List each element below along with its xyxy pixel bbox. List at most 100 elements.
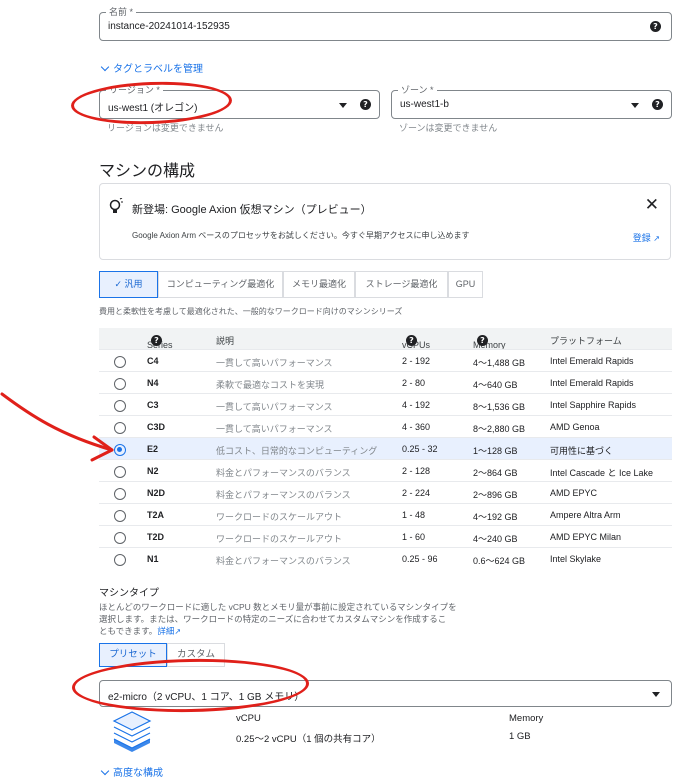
description-cell: 料金とパフォーマンスのバランス (216, 490, 351, 500)
radio-button[interactable] (114, 488, 126, 500)
machine-type-desc-line3: ともできます。詳細↗ (99, 626, 182, 636)
memory-cell: 2～896 GB (473, 490, 518, 500)
table-row[interactable]: T2D ワークロードのスケールアウト 1 - 60 4～240 GB AMD EPYC … (99, 525, 672, 547)
table-row[interactable]: C3 一貫して高いパフォーマンス 4 - 192 8～1,536 GB Intel Sa… (99, 393, 672, 415)
open-in-new-icon: ↗ (174, 627, 182, 636)
manage-tags-label: タグとラベルを管理 (113, 64, 203, 75)
dropdown-arrow-icon (652, 692, 660, 697)
platform-cell: AMD Genoa (550, 422, 600, 432)
preview-card-title: 新登場: Google Axion 仮想マシン（プレビュー） (132, 204, 372, 216)
advanced-config-label: 高度な構成 (113, 768, 163, 779)
instance-name-value: instance-20241014-152935 (108, 21, 230, 32)
header-description: 説明 (216, 336, 235, 346)
manage-tags-labels-link[interactable]: タグとラベルを管理 (100, 60, 203, 75)
help-icon[interactable]: ? (652, 99, 663, 110)
platform-cell: Ampere Altra Arm (550, 510, 621, 520)
series-cell: N4 (147, 378, 159, 388)
machine-type-select[interactable]: e2-micro（2 vCPU、1 コア、1 GB メモリ） (99, 680, 672, 707)
register-link[interactable]: 登録 ↗ (633, 231, 660, 244)
machine-config-title: マシンの構成 (99, 163, 196, 180)
table-row[interactable]: N1 料金とパフォーマンスのバランス 0.25 - 96 0.6～624 GB Inte… (99, 547, 672, 569)
tab-compute-optimized[interactable]: コンピューティング最適化 (158, 271, 283, 298)
vcpus-cell: 1 - 60 (402, 532, 426, 542)
close-icon[interactable]: ✕ (645, 197, 659, 214)
region-select[interactable]: リージョン * us-west1 (オレゴン) ? (99, 84, 380, 119)
series-cell: T2A (147, 510, 165, 520)
vcpus-cell: 4 - 192 (402, 400, 431, 410)
machine-type-desc-line1: ほとんどのワークロードに適した vCPU 数とメモリ量が事前に設定されているマシ… (99, 602, 457, 612)
check-icon: ✓ (114, 280, 122, 290)
table-row[interactable]: N4 柔軟で最適なコストを実現 2 - 80 4～640 GB Intel Emeral… (99, 371, 672, 393)
memory-cell: 2～864 GB (473, 468, 518, 478)
table-row[interactable]: C3D 一貫して高いパフォーマンス 4 - 360 8～2,880 GB AMD Gen… (99, 415, 672, 437)
zone-hint: ゾーンは変更できません (399, 123, 498, 133)
series-cell: T2D (147, 532, 165, 542)
header-memory: Memory ? (473, 335, 506, 350)
table-body: C4 一貫して高いパフォーマンス 2 - 192 4～1,488 GB Intel Em… (99, 349, 672, 569)
tab-custom[interactable]: カスタム (167, 643, 225, 667)
description-cell: 一貫して高いパフォーマンス (216, 358, 333, 368)
vcpu-value: 0.25～2 vCPU（1 個の共有コア） (236, 734, 381, 745)
machine-type-desc-line2: 選択します。または、ワークロードの特定のニーズに合わせてカスタムマシンを作成する… (99, 614, 447, 624)
memory-cell: 1～128 GB (473, 446, 518, 456)
help-icon[interactable]: ? (151, 335, 162, 346)
radio-button[interactable] (114, 378, 126, 390)
machine-type-description: ほとんどのワークロードに適した vCPU 数とメモリ量が事前に設定されているマシ… (99, 601, 457, 638)
machine-type-value: e2-micro（2 vCPU、1 コア、1 GB メモリ） (108, 692, 305, 703)
help-icon[interactable]: ? (406, 335, 417, 346)
details-link[interactable]: 詳細↗ (157, 626, 181, 636)
series-cell: C4 (147, 356, 159, 366)
memory-cell: 4～240 GB (473, 534, 518, 544)
tab-preset[interactable]: プリセット (99, 643, 167, 667)
machine-type-title: マシンタイプ (99, 588, 159, 599)
radio-button[interactable] (114, 356, 126, 368)
header-vcpus: vCPUs ? (402, 335, 431, 350)
region-hint: リージョンは変更できません (107, 123, 224, 133)
tab-memory-optimized[interactable]: メモリ最適化 (283, 271, 355, 298)
table-row[interactable]: N2 料金とパフォーマンスのバランス 2 - 128 2～864 GB Intel Ca… (99, 459, 672, 481)
description-cell: ワークロードのスケールアウト (216, 512, 343, 522)
region-value: us-west1 (オレゴン) (108, 103, 198, 114)
table-row[interactable]: N2D 料金とパフォーマンスのバランス 2 - 224 2～896 GB AMD EPY… (99, 481, 672, 503)
radio-button[interactable] (114, 510, 126, 522)
tab-gpu[interactable]: GPU (448, 271, 483, 298)
table-header: Series ? 説明 vCPUs ? Memory ? プラットフォーム (99, 328, 672, 350)
series-cell: C3D (147, 422, 166, 432)
family-description: 費用と柔軟性を考慮して最適化された、一般的なワークロード向けのマシンシリーズ (99, 307, 403, 316)
help-icon[interactable]: ? (360, 99, 371, 110)
vcpu-label: vCPU (236, 713, 261, 724)
dropdown-arrow-icon (631, 103, 639, 108)
zone-select[interactable]: ゾーン * us-west1-b ? (391, 84, 672, 119)
vcpus-cell: 0.25 - 32 (402, 444, 438, 454)
table-row[interactable]: T2A ワークロードのスケールアウト 1 - 48 4～192 GB Ampere Al… (99, 503, 672, 525)
platform-cell: Intel Emerald Rapids (550, 378, 634, 388)
platform-cell: AMD EPYC Milan (550, 532, 622, 542)
memory-cell: 8～2,880 GB (473, 424, 526, 434)
memory-cell: 0.6～624 GB (473, 556, 526, 566)
tab-general-purpose[interactable]: ✓ 汎用 (99, 271, 158, 298)
advanced-config-link[interactable]: 高度な構成 (100, 764, 163, 779)
radio-button[interactable] (114, 554, 126, 566)
vcpus-cell: 4 - 360 (402, 422, 431, 432)
help-icon[interactable]: ? (477, 335, 488, 346)
zone-value: us-west1-b (400, 99, 449, 110)
layers-icon (112, 711, 152, 752)
tab-general-purpose-label: 汎用 (124, 279, 143, 289)
memory-value: 1 GB (509, 731, 531, 742)
platform-cell: Intel Cascade と Ice Lake (550, 468, 654, 478)
memory-cell: 8～1,536 GB (473, 402, 526, 412)
help-icon[interactable]: ? (650, 21, 661, 32)
description-cell: ワークロードのスケールアウト (216, 534, 343, 544)
radio-button[interactable] (114, 532, 126, 544)
vcpus-cell: 1 - 48 (402, 510, 426, 520)
series-cell: C3 (147, 400, 159, 410)
description-cell: 一貫して高いパフォーマンス (216, 402, 333, 412)
instance-name-field[interactable]: 名前 * instance-20241014-152935 ? (99, 6, 672, 41)
tab-storage-optimized[interactable]: ストレージ最適化 (355, 271, 448, 298)
radio-button[interactable] (114, 466, 126, 478)
region-label: リージョン * (106, 84, 163, 96)
memory-cell: 4～1,488 GB (473, 358, 526, 368)
table-row[interactable]: E2 低コスト、日常的なコンピューティング 0.25 - 32 1～128 GB 可用性… (99, 437, 672, 459)
series-cell: N2D (147, 488, 166, 498)
table-row[interactable]: C4 一貫して高いパフォーマンス 2 - 192 4～1,488 GB Intel Em… (99, 349, 672, 371)
